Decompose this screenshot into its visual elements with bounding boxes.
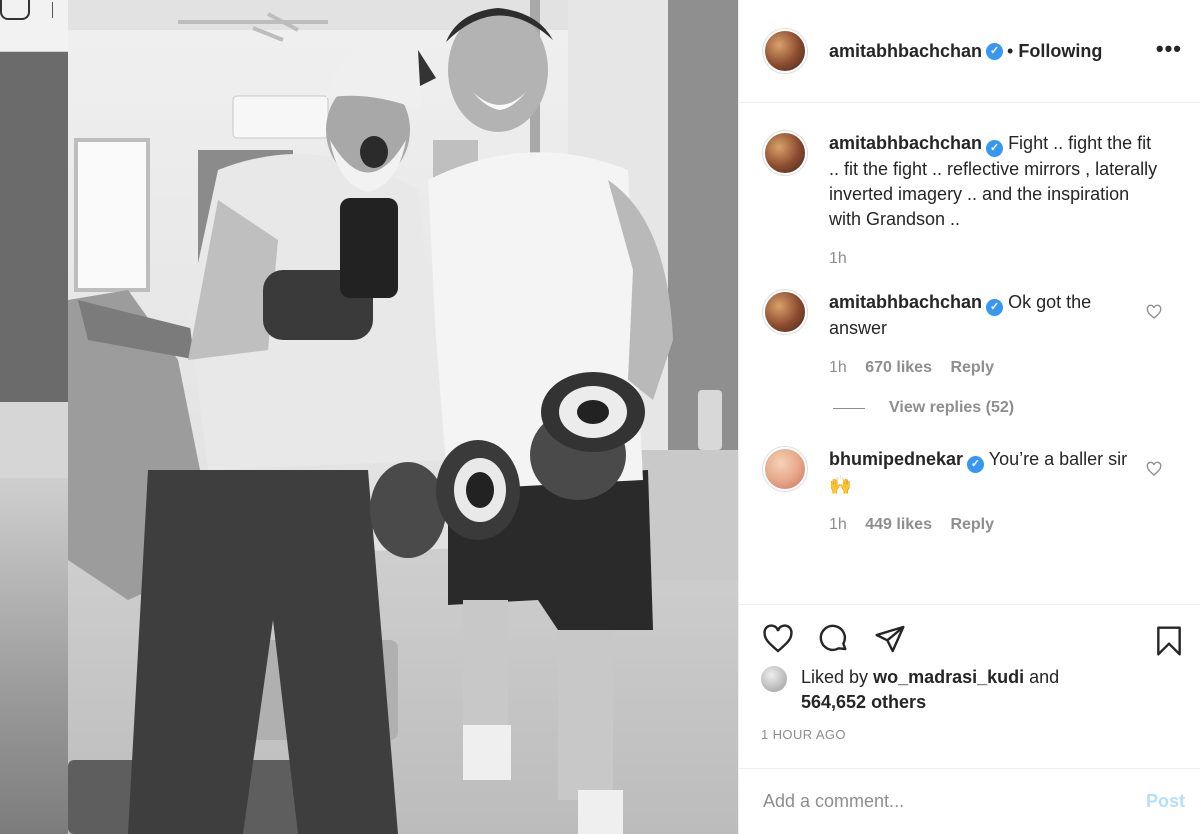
author-avatar[interactable]: [763, 29, 807, 73]
background-gym-image: [0, 478, 68, 834]
post-header: amitabhbachchan ✓ • Following •••: [739, 0, 1200, 103]
heart-icon[interactable]: [761, 623, 795, 655]
liked-by-prefix: Liked by: [801, 667, 869, 687]
separator-dot: •: [1007, 40, 1014, 61]
divider: [52, 2, 53, 18]
post-photo-illustration: [68, 0, 738, 834]
liker-avatar[interactable]: [761, 666, 787, 692]
caption-time[interactable]: 1h: [829, 250, 847, 267]
background-shade: [0, 52, 68, 402]
comment-likes[interactable]: 449 likes: [865, 516, 932, 533]
more-options-icon[interactable]: •••: [1156, 36, 1182, 62]
add-comment-bar: Post: [739, 768, 1200, 834]
liked-by-user[interactable]: wo_madrasi_kudi: [873, 667, 1024, 687]
comment-username[interactable]: amitabhbachchan: [829, 292, 982, 312]
post-actions: Liked by wo_madrasi_kudi and 564,652 oth…: [739, 604, 1200, 742]
liked-by-and: and: [1029, 667, 1060, 687]
comment-time[interactable]: 1h: [829, 359, 847, 376]
post-button[interactable]: Post: [1146, 791, 1185, 812]
liked-by: Liked by wo_madrasi_kudi and 564,652 oth…: [761, 665, 1183, 715]
caption-username[interactable]: amitabhbachchan: [829, 133, 982, 153]
action-icons: [761, 619, 1183, 663]
caption-avatar[interactable]: [763, 131, 807, 175]
view-replies-line: [833, 407, 865, 409]
background-strip: [0, 0, 68, 834]
comment-item: bhumipednekar ✓ You’re a baller sir 🙌 1h …: [763, 447, 1180, 534]
comment-input[interactable]: [763, 791, 1146, 812]
verified-badge-icon: ✓: [986, 140, 1004, 157]
post-timestamp[interactable]: 1 HOUR AGO: [761, 727, 1183, 742]
post-panel: amitabhbachchan ✓ • Following ••• amitab…: [738, 0, 1200, 834]
following-button[interactable]: Following: [1018, 41, 1102, 62]
comment-item: amitabhbachchan ✓ Ok got the answer 1h 67…: [763, 290, 1180, 377]
bookmark-icon[interactable]: [1153, 623, 1185, 659]
verified-badge-icon: ✓: [986, 299, 1004, 316]
view-replies-button[interactable]: View replies (52): [833, 399, 1180, 417]
share-icon[interactable]: [873, 623, 907, 655]
comment-avatar[interactable]: [763, 290, 807, 334]
author-username[interactable]: amitabhbachchan: [829, 41, 982, 62]
reply-button[interactable]: Reply: [950, 516, 994, 533]
comment-like-heart-icon[interactable]: [1146, 304, 1162, 320]
verified-badge-icon: ✓: [967, 456, 985, 473]
comment-username[interactable]: bhumipednekar: [829, 449, 963, 469]
verified-badge-icon: ✓: [986, 42, 1004, 60]
comment-likes[interactable]: 670 likes: [865, 359, 932, 376]
comment-avatar[interactable]: [763, 447, 807, 491]
liked-by-others[interactable]: 564,652 others: [801, 692, 926, 712]
instagram-glyph-icon: [0, 0, 30, 20]
background-shade-light: [0, 402, 68, 478]
reply-button[interactable]: Reply: [950, 359, 994, 376]
comment-like-heart-icon[interactable]: [1146, 461, 1162, 477]
caption: amitabhbachchan ✓ Fight .. fight the fit …: [763, 131, 1180, 268]
comment-time[interactable]: 1h: [829, 516, 847, 533]
comment-icon[interactable]: [817, 623, 851, 655]
comments-list[interactable]: amitabhbachchan ✓ Fight .. fight the fit …: [739, 103, 1200, 603]
view-replies-label: View replies (52): [889, 399, 1015, 416]
post-photo[interactable]: [68, 0, 738, 834]
